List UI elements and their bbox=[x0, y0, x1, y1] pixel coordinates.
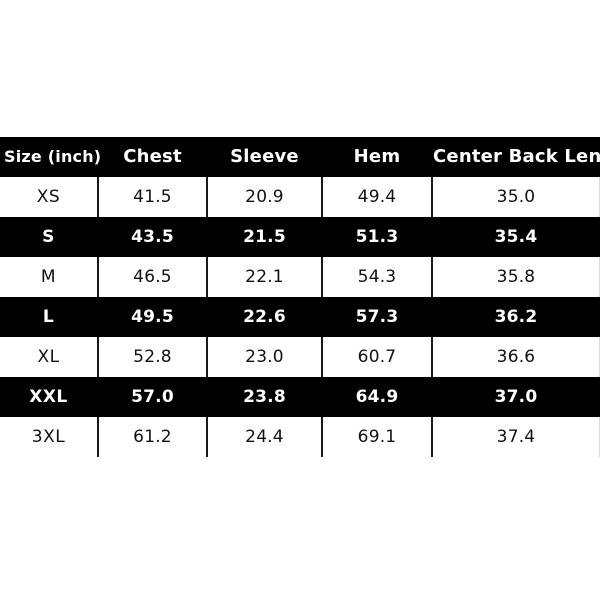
column-header-chest: Chest bbox=[97, 137, 207, 177]
cell-hem: 60.7 bbox=[321, 337, 432, 377]
cell-sleeve: 22.1 bbox=[206, 257, 322, 297]
cell-sleeve: 22.6 bbox=[206, 297, 322, 337]
table-row: XXL 57.0 23.8 64.9 37.0 bbox=[0, 377, 600, 417]
cell-chest: 57.0 bbox=[97, 377, 207, 417]
cell-center-back-length: 36.6 bbox=[431, 337, 600, 377]
column-header-hem: Hem bbox=[321, 137, 432, 177]
cell-size: XXL bbox=[0, 377, 98, 417]
cell-center-back-length: 35.4 bbox=[431, 217, 600, 257]
cell-size: 3XL bbox=[0, 417, 98, 457]
cell-hem: 54.3 bbox=[321, 257, 432, 297]
cell-sleeve: 20.9 bbox=[206, 177, 322, 217]
cell-chest: 52.8 bbox=[97, 337, 207, 377]
cell-chest: 61.2 bbox=[97, 417, 207, 457]
cell-hem: 49.4 bbox=[321, 177, 432, 217]
cell-center-back-length: 36.2 bbox=[431, 297, 600, 337]
cell-hem: 57.3 bbox=[321, 297, 432, 337]
table-row: S 43.5 21.5 51.3 35.4 bbox=[0, 217, 600, 257]
table-header-row: Size (inch) Chest Sleeve Hem Center Back… bbox=[0, 137, 600, 177]
table-row: 3XL 61.2 24.4 69.1 37.4 bbox=[0, 417, 600, 457]
cell-hem: 64.9 bbox=[321, 377, 432, 417]
cell-sleeve: 21.5 bbox=[206, 217, 322, 257]
cell-sleeve: 23.8 bbox=[206, 377, 322, 417]
column-header-center-back-length: Center Back Length bbox=[431, 137, 600, 177]
cell-center-back-length: 37.4 bbox=[431, 417, 600, 457]
cell-center-back-length: 35.0 bbox=[431, 177, 600, 217]
cell-hem: 69.1 bbox=[321, 417, 432, 457]
cell-chest: 41.5 bbox=[97, 177, 207, 217]
table-row: L 49.5 22.6 57.3 36.2 bbox=[0, 297, 600, 337]
cell-size: XL bbox=[0, 337, 98, 377]
cell-sleeve: 23.0 bbox=[206, 337, 322, 377]
column-header-size: Size (inch) bbox=[0, 137, 101, 177]
cell-chest: 43.5 bbox=[97, 217, 207, 257]
cell-center-back-length: 35.8 bbox=[431, 257, 600, 297]
table-row: XS 41.5 20.9 49.4 35.0 bbox=[0, 177, 600, 217]
cell-size: S bbox=[0, 217, 98, 257]
table-row: XL 52.8 23.0 60.7 36.6 bbox=[0, 337, 600, 377]
table-row: M 46.5 22.1 54.3 35.8 bbox=[0, 257, 600, 297]
cell-center-back-length: 37.0 bbox=[431, 377, 600, 417]
cell-chest: 46.5 bbox=[97, 257, 207, 297]
cell-hem: 51.3 bbox=[321, 217, 432, 257]
column-header-sleeve: Sleeve bbox=[206, 137, 322, 177]
cell-sleeve: 24.4 bbox=[206, 417, 322, 457]
cell-size: XS bbox=[0, 177, 98, 217]
size-chart-table: Size (inch) Chest Sleeve Hem Center Back… bbox=[0, 137, 600, 457]
cell-chest: 49.5 bbox=[97, 297, 207, 337]
cell-size: M bbox=[0, 257, 98, 297]
size-chart-container: Size (inch) Chest Sleeve Hem Center Back… bbox=[0, 137, 600, 457]
cell-size: L bbox=[0, 297, 98, 337]
